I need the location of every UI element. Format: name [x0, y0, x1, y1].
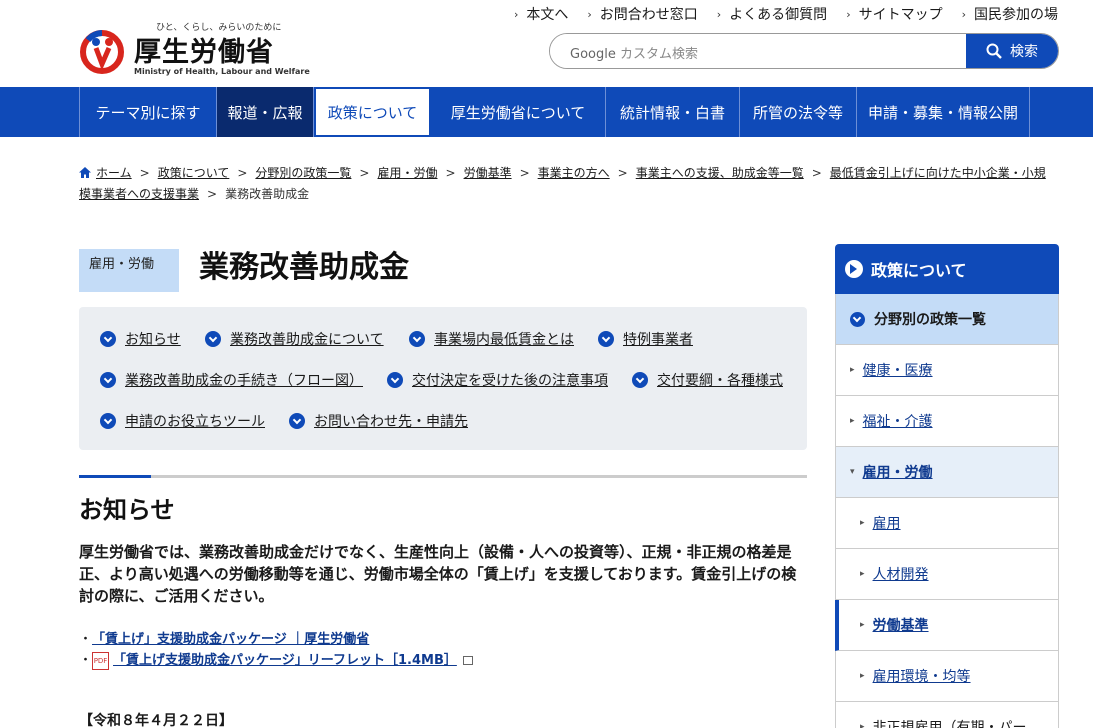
anchor-link-contact[interactable]: お問い合わせ先・申請先	[289, 411, 468, 431]
chevron-down-circle-icon	[409, 331, 425, 347]
sidebar-item-policy-list[interactable]: 分野別の政策一覧	[835, 294, 1059, 345]
triangle-right-icon: ▸	[860, 620, 865, 630]
play-circle-icon	[845, 260, 863, 278]
sidebar: 政策について 分野別の政策一覧 ▸ 健康・医療 ▸ 福祉・介護 ▾ 雇用・労働 ▸ 雇用…	[835, 244, 1059, 728]
chevron-down-circle-icon	[100, 331, 116, 347]
list-item: ・「賃上げ」支援助成金パッケージ ｜厚生労働省	[79, 629, 473, 650]
breadcrumb-separator: >	[811, 166, 822, 180]
util-link-participation[interactable]: › 国民参加の場	[962, 4, 1058, 24]
site-name-en: Ministry of Health, Labour and Welfare	[134, 67, 310, 76]
sidebar-item-hr-development[interactable]: ▸ 人材開発	[835, 549, 1059, 600]
chevron-down-circle-icon	[100, 413, 116, 429]
breadcrumb-separator: >	[359, 166, 370, 180]
nav-item-laws[interactable]: 所管の法令等	[740, 87, 857, 137]
chevron-down-circle-icon	[598, 331, 614, 347]
breadcrumb-home[interactable]: ホーム	[96, 166, 132, 180]
link-package[interactable]: 「賃上げ」支援助成金パッケージ ｜厚生労働省	[92, 629, 369, 650]
chevron-right-icon: ›	[716, 7, 722, 21]
sidebar-item-employment[interactable]: ▾ 雇用・労働	[835, 447, 1059, 498]
triangle-right-icon: ▸	[860, 671, 865, 681]
utility-links: › 本文へ › お問合わせ窓口 › よくある御質問 › サイトマップ › 国民参加の場	[495, 4, 1058, 24]
nav-item-policy[interactable]: 政策について	[314, 87, 431, 137]
triangle-right-icon: ▸	[860, 722, 865, 728]
sidebar-item-health[interactable]: ▸ 健康・医療	[835, 345, 1059, 396]
nav-item-statistics[interactable]: 統計情報・白書	[606, 87, 740, 137]
breadcrumb-separator: >	[139, 166, 150, 180]
breadcrumb-separator: >	[207, 187, 218, 201]
nav-item-press[interactable]: 報道・広報	[217, 87, 314, 137]
sidebar-title[interactable]: 政策について	[835, 244, 1059, 294]
home-icon	[79, 167, 91, 178]
site-name: 厚生労働省	[134, 37, 274, 68]
sidebar-item-non-regular[interactable]: ▸ 非正規雇用（有期・パー	[835, 702, 1059, 728]
nav-item-about[interactable]: 厚生労働省について	[431, 87, 606, 137]
global-nav: テーマ別に探す 報道・広報 政策について 厚生労働省について 統計情報・白書 所…	[0, 87, 1093, 137]
sidebar-item-labor-standards[interactable]: ▸ 労働基準	[835, 600, 1059, 651]
breadcrumb-current: 業務改善助成金	[225, 187, 310, 201]
anchor-link-about[interactable]: 業務改善助成金について	[205, 329, 384, 349]
util-link-faq[interactable]: › よくある御質問	[717, 4, 827, 24]
sidebar-item-koyou[interactable]: ▸ 雇用	[835, 498, 1059, 549]
search-input[interactable]	[550, 34, 966, 68]
breadcrumb-employment[interactable]: 雇用・労働	[377, 166, 437, 180]
triangle-right-icon: ▸	[860, 518, 865, 528]
anchor-link-flow[interactable]: 業務改善助成金の手続き（フロー図）	[100, 370, 363, 390]
chevron-right-icon: ›	[961, 7, 966, 21]
mhlw-logo-icon	[80, 30, 124, 74]
pdf-icon: PDF	[92, 651, 110, 670]
breadcrumb-support-list[interactable]: 事業主への支援、助成金等一覧	[636, 166, 804, 180]
chevron-right-icon: ›	[513, 7, 519, 21]
breadcrumb-policy[interactable]: 政策について	[158, 166, 230, 180]
nav-item-theme[interactable]: テーマ別に探す	[80, 87, 217, 137]
anchor-link-min-wage[interactable]: 事業場内最低賃金とは	[409, 329, 574, 349]
breadcrumb-separator: >	[237, 166, 248, 180]
news-date: 【令和８年４月２２日】	[79, 713, 233, 728]
search-button[interactable]: 検索	[966, 34, 1058, 68]
triangle-down-icon: ▾	[850, 467, 855, 477]
search-icon	[986, 43, 1002, 59]
chevron-down-circle-icon	[289, 413, 305, 429]
sidebar-item-equality[interactable]: ▸ 雇用環境・均等	[835, 651, 1059, 702]
site-logo[interactable]: ひと、くらし、みらいのために 厚生労働省 Ministry of Health,…	[78, 20, 310, 80]
breadcrumb-separator: >	[519, 166, 530, 180]
util-link-sitemap[interactable]: › サイトマップ	[846, 4, 942, 24]
link-leaflet-pdf[interactable]: 「賃上げ支援助成金パッケージ」リーフレット［1.4MB］	[113, 650, 457, 671]
anchor-link-tools[interactable]: 申請のお役立ちツール	[100, 411, 265, 431]
triangle-right-icon: ▸	[860, 569, 865, 579]
anchor-link-special[interactable]: 特例事業者	[598, 329, 693, 349]
anchor-link-forms[interactable]: 交付要綱・各種様式	[632, 370, 783, 390]
chevron-down-circle-icon	[850, 311, 865, 327]
list-item: ・ PDF 「賃上げ支援助成金パッケージ」リーフレット［1.4MB］	[79, 650, 473, 671]
section-links: ・「賃上げ」支援助成金パッケージ ｜厚生労働省 ・ PDF 「賃上げ支援助成金パッケ…	[79, 629, 473, 671]
breadcrumb-employers[interactable]: 事業主の方へ	[538, 166, 610, 180]
breadcrumb-separator: >	[445, 166, 456, 180]
triangle-right-icon: ▸	[850, 365, 855, 375]
anchor-link-notes[interactable]: 交付決定を受けた後の注意事項	[387, 370, 608, 390]
breadcrumb: ホーム > 政策について > 分野別の政策一覧 > 雇用・労働 > 労働基準 > 事業主の方へ > 事業…	[79, 163, 1054, 205]
site-header: ひと、くらし、みらいのために 厚生労働省 Ministry of Health,…	[0, 0, 1093, 87]
section-divider	[79, 475, 807, 478]
sidebar-item-welfare[interactable]: ▸ 福祉・介護	[835, 396, 1059, 447]
anchor-links-box: お知らせ 業務改善助成金について 事業場内最低賃金とは 特例事業者 業務改善助成…	[79, 307, 807, 450]
util-link-skip[interactable]: › 本文へ	[514, 4, 568, 24]
external-window-icon	[462, 656, 473, 665]
chevron-down-circle-icon	[100, 372, 116, 388]
triangle-right-icon: ▸	[850, 416, 855, 426]
chevron-down-circle-icon	[387, 372, 403, 388]
section-body: 厚生労働省では、業務改善助成金だけでなく、生産性向上（設備・人への投資等）、正規…	[79, 543, 797, 605]
util-link-contact[interactable]: › お問合わせ窓口	[587, 4, 697, 24]
section-heading: お知らせ	[79, 496, 175, 524]
breadcrumb-separator: >	[617, 166, 628, 180]
chevron-right-icon: ›	[587, 7, 592, 21]
page-title: 業務改善助成金	[199, 250, 409, 285]
breadcrumb-labor-standards[interactable]: 労働基準	[464, 166, 512, 180]
chevron-right-icon: ›	[846, 7, 851, 21]
search-box: Google カスタム検索 検索	[549, 33, 1059, 69]
anchor-link-news[interactable]: お知らせ	[100, 329, 181, 349]
nav-item-applications[interactable]: 申請・募集・情報公開	[857, 87, 1030, 137]
category-tag: 雇用・労働	[79, 249, 179, 292]
chevron-down-circle-icon	[205, 331, 221, 347]
breadcrumb-policy-list[interactable]: 分野別の政策一覧	[255, 166, 351, 180]
chevron-down-circle-icon	[632, 372, 648, 388]
